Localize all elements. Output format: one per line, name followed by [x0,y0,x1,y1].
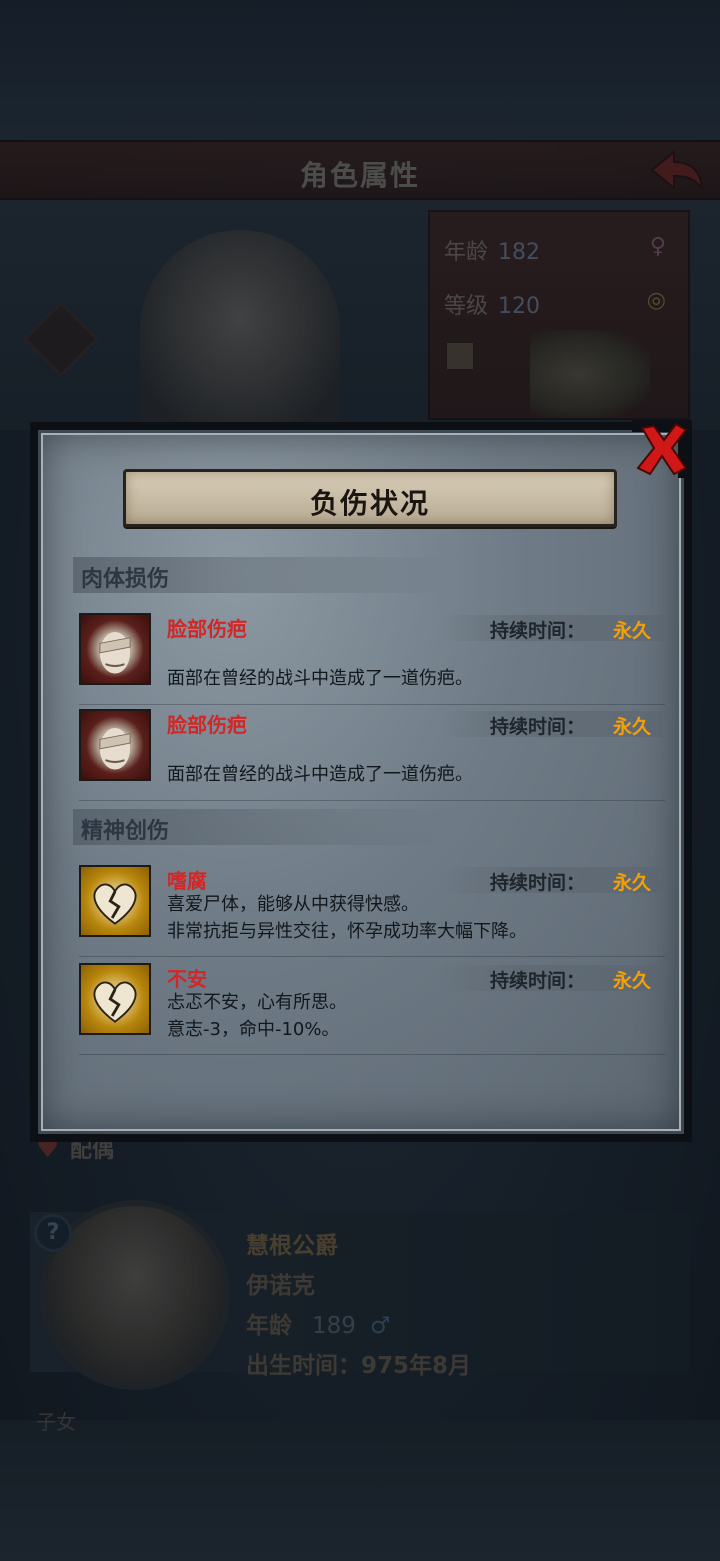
modal-title: 负伤状况 [309,487,430,520]
injury-description: 忐忑不安，心有所思。 意志-3，命中-10%。 [167,992,347,1040]
duration-label: 持续时间： [489,716,585,738]
duration-value: 永久 [612,970,651,992]
close-icon[interactable] [632,420,692,478]
injury-modal-panel: 负伤状况 肉体损伤 脸部伤疤 持续时间： 永久 面部在曾经的战斗中造成了一道伤疤… [38,430,684,1134]
section-mental-label: 精神创伤 [81,819,170,844]
injury-name: 脸部伤疤 [167,713,247,737]
injury-name: 不安 [167,967,207,991]
duration-value: 永久 [612,872,651,894]
divider [79,956,665,957]
divider [79,704,665,705]
divider [79,800,665,801]
injury-item[interactable]: 不安 持续时间： 永久 忐忑不安，心有所思。 意志-3，命中-10%。 [79,963,665,1055]
injury-item[interactable]: 脸部伤疤 持续时间： 永久 面部在曾经的战斗中造成了一道伤疤。 [79,613,665,705]
divider [79,1054,665,1055]
section-physical: 肉体损伤 [73,557,453,593]
duration-value: 永久 [612,620,651,642]
broken-heart-icon [79,865,151,937]
scarred-face-icon [79,613,151,685]
scarred-face-icon [79,709,151,781]
injury-modal: 负伤状况 肉体损伤 脸部伤疤 持续时间： 永久 面部在曾经的战斗中造成了一道伤疤… [30,422,692,1142]
duration-label: 持续时间： [489,970,585,992]
injury-description: 喜爱尸体，能够从中获得快感。 非常抗拒与异性交往，怀孕成功率大幅下降。 [167,894,527,942]
injury-name: 嗜腐 [167,869,207,893]
duration-label: 持续时间： [489,620,585,642]
injury-name: 脸部伤疤 [167,617,247,641]
modal-title-banner: 负伤状况 [123,469,617,527]
section-physical-label: 肉体损伤 [81,567,170,592]
section-mental: 精神创伤 [73,809,453,845]
injury-description: 面部在曾经的战斗中造成了一道伤疤。 [167,668,473,689]
injury-item[interactable]: 嗜腐 持续时间： 永久 喜爱尸体，能够从中获得快感。 非常抗拒与异性交往，怀孕成… [79,865,665,957]
duration-value: 永久 [612,716,651,738]
broken-heart-icon [79,963,151,1035]
injury-description: 面部在曾经的战斗中造成了一道伤疤。 [167,764,473,785]
injury-item[interactable]: 脸部伤疤 持续时间： 永久 面部在曾经的战斗中造成了一道伤疤。 [79,709,665,801]
